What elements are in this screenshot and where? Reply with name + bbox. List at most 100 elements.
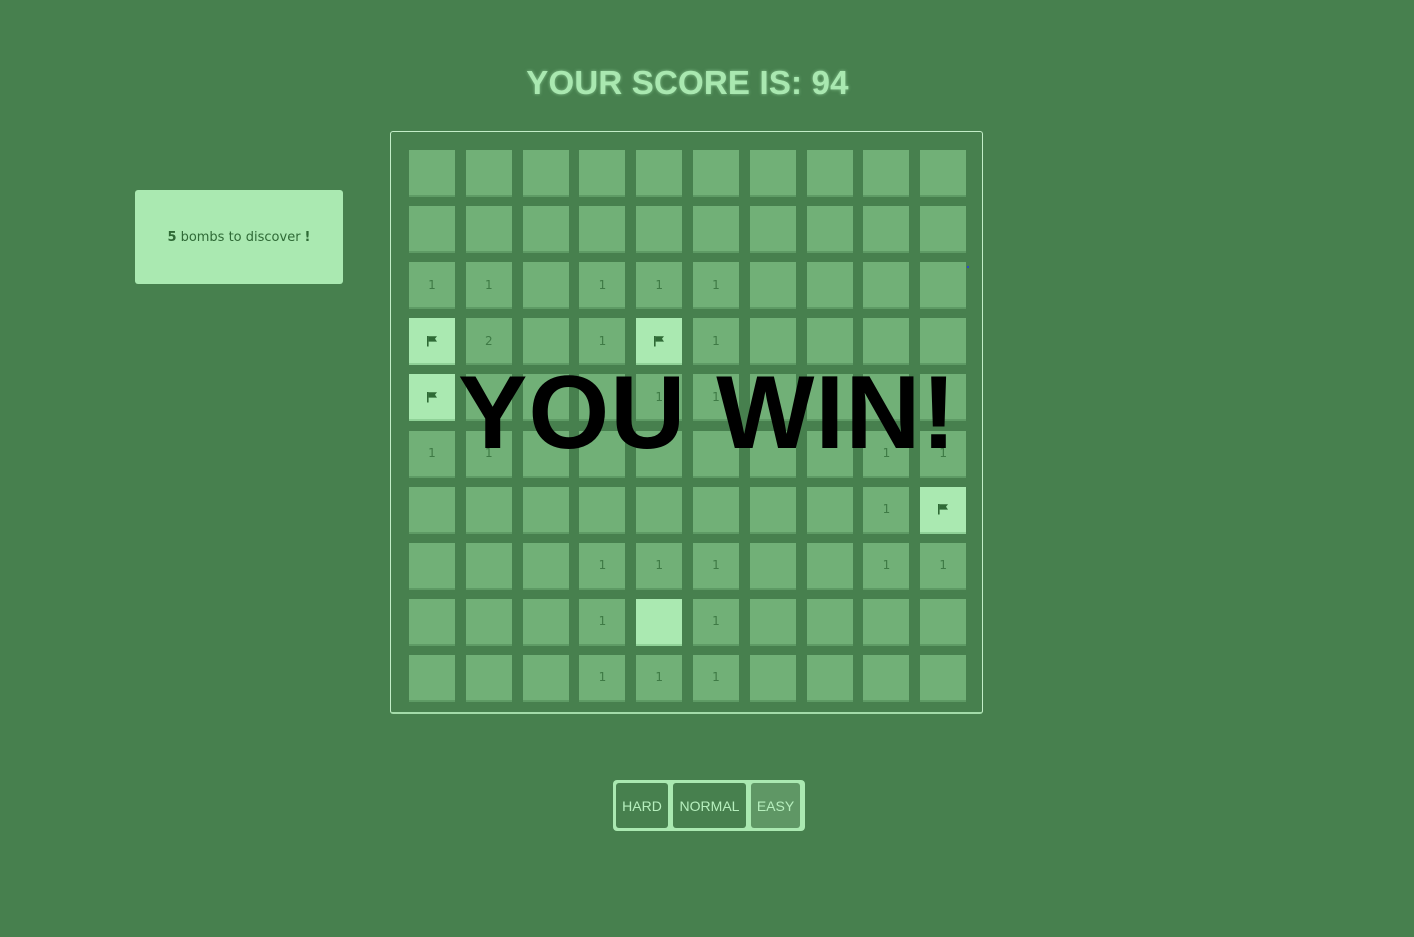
board-cell[interactable] [806, 374, 853, 422]
board-cell[interactable] [806, 486, 853, 534]
board-cell[interactable] [579, 206, 626, 254]
board-cell[interactable]: 2 [465, 318, 512, 366]
board-cell[interactable] [863, 262, 910, 310]
board-cell[interactable] [465, 374, 512, 422]
board-cell[interactable] [920, 150, 967, 197]
board-cell[interactable] [465, 206, 512, 254]
board-cell[interactable] [579, 486, 626, 534]
easy-button[interactable]: EASY [751, 783, 800, 828]
board-cell[interactable]: 1 [693, 262, 739, 310]
board-cell[interactable] [636, 486, 683, 534]
board-cell[interactable] [806, 542, 853, 590]
board-cell[interactable] [749, 206, 796, 254]
board-cell[interactable] [920, 318, 967, 366]
board-cell[interactable] [522, 262, 569, 310]
board-cell[interactable] [693, 150, 739, 197]
board-cell[interactable]: 1 [693, 318, 739, 366]
board-cell[interactable] [579, 150, 626, 197]
board-cell[interactable] [636, 318, 683, 366]
board-cell[interactable] [806, 206, 853, 254]
board-cell[interactable] [806, 430, 853, 478]
board-cell[interactable] [920, 262, 967, 310]
board-cell[interactable] [465, 486, 512, 534]
board-cell[interactable]: 1 [465, 430, 512, 478]
board-cell[interactable] [693, 430, 739, 478]
board-cell[interactable] [409, 486, 455, 534]
board-cell[interactable] [522, 374, 569, 422]
board-cell[interactable]: 1 [693, 374, 739, 422]
board-cell[interactable] [749, 542, 796, 590]
board-cell[interactable] [920, 206, 967, 254]
board-cell[interactable] [863, 206, 910, 254]
board-cell[interactable] [409, 150, 455, 197]
board-cell[interactable] [749, 318, 796, 366]
board-cell[interactable] [863, 374, 910, 422]
board-cell[interactable]: 1 [636, 654, 683, 702]
board-cell[interactable] [636, 150, 683, 197]
board-cell[interactable] [409, 206, 455, 254]
board-cell[interactable] [465, 598, 512, 646]
board-cell[interactable]: 1 [409, 262, 455, 310]
board-cell[interactable] [579, 374, 626, 422]
board-cell[interactable] [806, 150, 853, 197]
board-cell[interactable]: 1 [579, 654, 626, 702]
board-cell[interactable] [806, 318, 853, 366]
board-cell[interactable]: 1 [636, 542, 683, 590]
board-cell[interactable]: 1 [693, 654, 739, 702]
board-cell[interactable] [579, 430, 626, 478]
board-cell[interactable] [636, 430, 683, 478]
board-cell[interactable]: 1 [863, 430, 910, 478]
board-cell[interactable] [749, 262, 796, 310]
board-cell[interactable] [920, 374, 967, 422]
board-cell[interactable] [920, 598, 967, 646]
board-cell[interactable] [806, 262, 853, 310]
board-cell[interactable]: 1 [920, 430, 967, 478]
hard-button[interactable]: HARD [616, 783, 668, 828]
board-cell[interactable] [920, 654, 967, 702]
board-cell[interactable] [749, 150, 796, 197]
board-cell[interactable]: 1 [409, 430, 455, 478]
board-cell[interactable]: 1 [579, 598, 626, 646]
board-cell[interactable] [409, 654, 455, 702]
board-cell[interactable] [522, 318, 569, 366]
board-cell[interactable] [522, 206, 569, 254]
normal-button[interactable]: NORMAL [673, 783, 746, 828]
board-cell[interactable] [636, 206, 683, 254]
board-cell[interactable] [636, 598, 683, 646]
board-cell[interactable]: 1 [636, 374, 683, 422]
board-cell[interactable] [693, 206, 739, 254]
board-cell[interactable] [522, 542, 569, 590]
board-cell[interactable] [863, 654, 910, 702]
board-cell[interactable] [749, 486, 796, 534]
board-cell[interactable] [465, 150, 512, 197]
board-cell[interactable]: 1 [693, 542, 739, 590]
board-cell[interactable]: 1 [920, 542, 967, 590]
board-cell[interactable]: 1 [693, 598, 739, 646]
board-cell[interactable]: 1 [863, 542, 910, 590]
board-cell[interactable] [749, 374, 796, 422]
board-cell[interactable] [749, 598, 796, 646]
board-cell[interactable] [806, 654, 853, 702]
board-cell[interactable]: 1 [579, 318, 626, 366]
board-cell[interactable]: 1 [579, 262, 626, 310]
board-cell[interactable]: 1 [636, 262, 683, 310]
board-cell[interactable]: 1 [465, 262, 512, 310]
board-cell[interactable]: 1 [579, 542, 626, 590]
board-cell[interactable]: 1 [863, 486, 910, 534]
board-cell[interactable] [465, 542, 512, 590]
board-cell[interactable] [806, 598, 853, 646]
board-cell[interactable] [693, 486, 739, 534]
board-cell[interactable] [409, 598, 455, 646]
board-cell[interactable] [920, 486, 967, 534]
board-cell[interactable] [863, 598, 910, 646]
board-cell[interactable] [522, 654, 569, 702]
board-cell[interactable] [749, 430, 796, 478]
board-cell[interactable] [863, 150, 910, 197]
board-cell[interactable] [409, 542, 455, 590]
board-cell[interactable] [522, 430, 569, 478]
board-cell[interactable] [522, 150, 569, 197]
board-cell[interactable] [749, 654, 796, 702]
board-cell[interactable] [465, 654, 512, 702]
board-cell[interactable] [863, 318, 910, 366]
board-cell[interactable] [522, 486, 569, 534]
